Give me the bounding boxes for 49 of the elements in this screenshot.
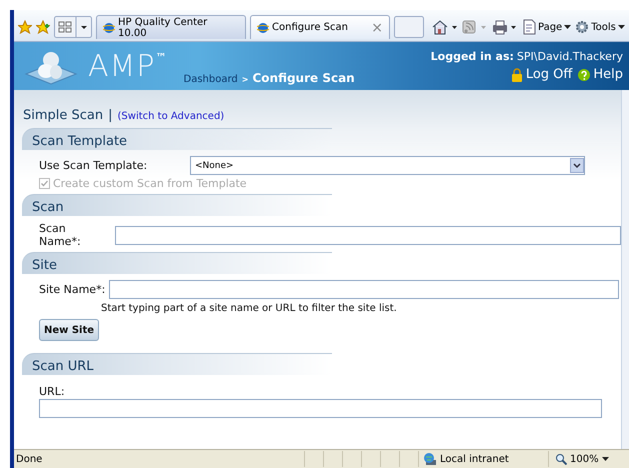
field-label: URL: [39, 385, 66, 398]
caret-icon [618, 25, 625, 29]
caret-icon [602, 457, 609, 461]
field-label: Site Name*: [39, 283, 106, 296]
zoom-control[interactable]: 100% [548, 451, 629, 467]
toolbar-menu[interactable]: Page [522, 19, 572, 35]
new-site-button[interactable]: New Site [39, 319, 99, 341]
help-link[interactable]: Help [578, 67, 623, 82]
section-header: Scan [22, 194, 332, 216]
log-off-link[interactable]: Log Off [510, 67, 572, 82]
security-zone: Local intranet [440, 454, 509, 464]
login-label: Logged in as: [430, 50, 514, 63]
home-icon[interactable] [432, 19, 458, 35]
hint-text: Start typing part of a site name or URL to filter the site list. [101, 303, 398, 314]
input-field[interactable] [114, 226, 621, 244]
page-title: Simple Scan [23, 108, 104, 123]
quick-tabs-icon[interactable] [54, 16, 92, 38]
section-header: Scan Template [22, 128, 332, 150]
app-logo-text: AMP [88, 48, 156, 84]
browser-tab[interactable]: HP Quality Center 10.00 [96, 15, 246, 39]
section-header: Scan URL [22, 353, 332, 375]
toolbar-menu[interactable]: Tools [575, 20, 625, 34]
checkbox-label: Create custom Scan from Template [53, 177, 247, 190]
gear-icon [575, 20, 590, 34]
browser-tab[interactable]: Configure Scan × [250, 15, 390, 39]
padlock-icon [510, 68, 523, 82]
user-name: SPI\David.Thackery [516, 50, 623, 63]
new-tab-button[interactable] [394, 16, 424, 38]
trademark-sign: ™ [156, 50, 168, 64]
input-field[interactable] [39, 399, 602, 418]
status-text: Done [15, 454, 44, 464]
title-separator: | [108, 108, 113, 123]
favorites-star-icon[interactable] [18, 20, 32, 34]
breadcrumb-separator: > [242, 75, 248, 84]
breadcrumb-link[interactable]: Dashboard [184, 74, 238, 85]
template-dropdown[interactable]: <None> [190, 156, 585, 175]
network-globe-icon [423, 452, 437, 466]
help-icon [578, 68, 590, 80]
field-label: Scan Name*: [39, 222, 82, 248]
scrollbar[interactable] [621, 90, 629, 449]
caret-icon [564, 25, 572, 29]
magnifier-icon [555, 453, 567, 465]
printer-icon[interactable] [492, 19, 518, 35]
add-favorite-icon[interactable] [36, 20, 50, 34]
switch-mode-link[interactable]: (Switch to Advanced) [118, 111, 224, 122]
section-header: Site [22, 252, 332, 274]
field-label: Use Scan Template: [39, 159, 148, 172]
input-field[interactable] [109, 280, 620, 299]
breadcrumb-current: Configure Scan [252, 71, 355, 85]
